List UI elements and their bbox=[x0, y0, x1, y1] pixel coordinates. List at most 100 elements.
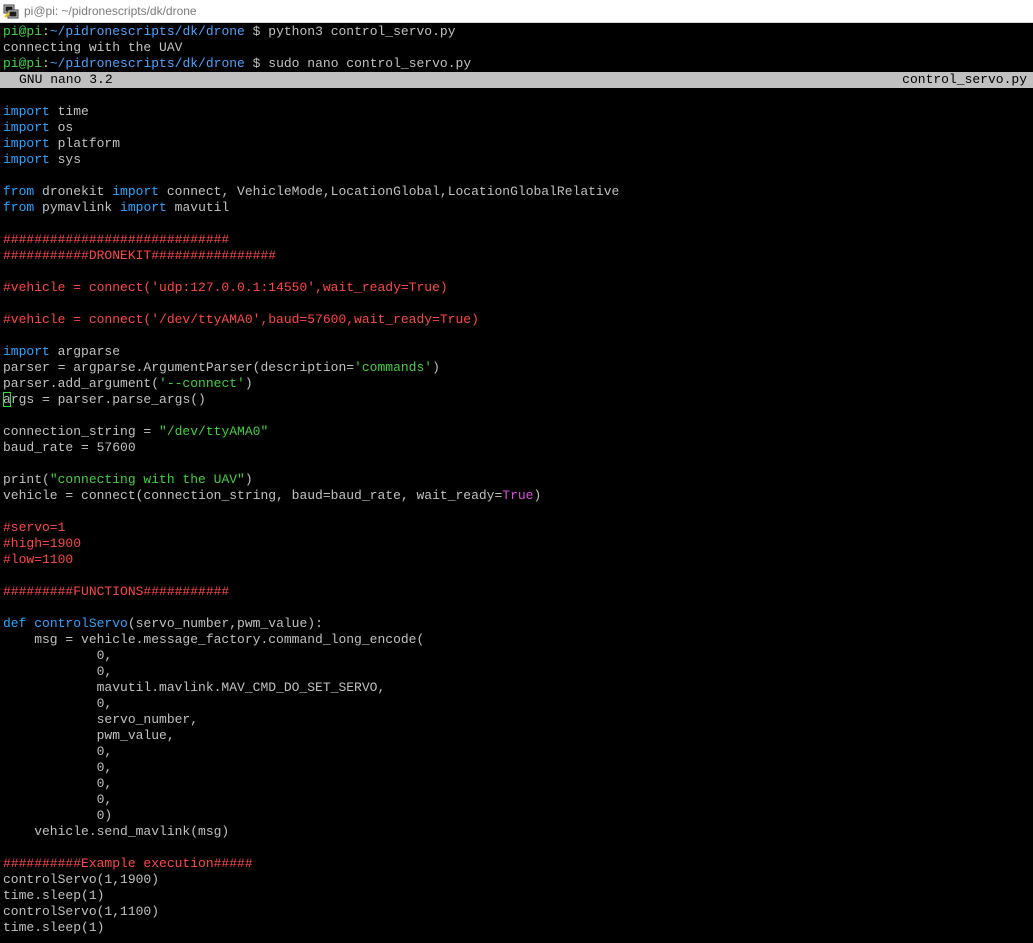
code-token: print( bbox=[3, 472, 50, 487]
code-line: ############################# bbox=[0, 232, 1033, 248]
shell-prompt-line: pi@pi:~/pidronescripts/dk/drone $ python… bbox=[0, 24, 1033, 40]
code-token: connect, VehicleMode,LocationGlobal,Loca… bbox=[159, 184, 620, 199]
prompt-user: pi@pi bbox=[3, 56, 43, 71]
code-token: ###########DRONEKIT################ bbox=[3, 248, 277, 263]
code-token: 0, bbox=[3, 696, 113, 711]
code-token: mavutil.mavlink.MAV_CMD_DO_SET_SERVO, bbox=[3, 680, 386, 695]
code-line: import os bbox=[0, 120, 1033, 136]
code-token: time.sleep(1) bbox=[3, 888, 105, 903]
code-line: #low=1100 bbox=[0, 552, 1033, 568]
code-token: import bbox=[3, 120, 50, 135]
code-line: import platform bbox=[0, 136, 1033, 152]
code-line: time.sleep(1) bbox=[0, 920, 1033, 936]
code-token: #low=1100 bbox=[3, 552, 74, 567]
code-line: controlServo(1,1100) bbox=[0, 904, 1033, 920]
code-token: platform bbox=[49, 136, 121, 151]
code-token: def bbox=[3, 616, 27, 631]
code-token: rgs = parser.parse_args() bbox=[10, 392, 206, 407]
nano-editor-buffer[interactable]: import time import os import platform impor… bbox=[0, 88, 1033, 936]
shell-output: connecting with the UAV bbox=[3, 40, 183, 55]
code-token: 'commands' bbox=[354, 360, 433, 375]
code-token: controlServo(1,1100) bbox=[3, 904, 160, 919]
code-token: parser.add_argument( bbox=[3, 376, 160, 391]
shell-command: python3 control_servo.py bbox=[268, 24, 456, 39]
code-token: #vehicle = connect('/dev/ttyAMA0',baud=5… bbox=[3, 312, 479, 327]
code-line: print("connecting with the UAV") bbox=[0, 472, 1033, 488]
code-line: mavutil.mavlink.MAV_CMD_DO_SET_SERVO, bbox=[0, 680, 1033, 696]
code-line: ###########DRONEKIT################ bbox=[0, 248, 1033, 264]
code-token: import bbox=[112, 184, 160, 199]
code-token: 0) bbox=[3, 808, 113, 823]
code-line: import argparse bbox=[0, 344, 1033, 360]
prompt-user: pi@pi bbox=[3, 24, 43, 39]
code-token: "/dev/ttyAMA0" bbox=[159, 424, 269, 439]
code-line: 0, bbox=[0, 792, 1033, 808]
code-token: from bbox=[3, 200, 35, 215]
code-token: time.sleep(1) bbox=[3, 920, 105, 935]
code-token: servo_number, bbox=[3, 712, 199, 727]
code-line: time.sleep(1) bbox=[0, 888, 1033, 904]
code-line: 0, bbox=[0, 760, 1033, 776]
code-token: (servo_number,pwm_value): bbox=[127, 616, 323, 631]
code-line: #########FUNCTIONS########### bbox=[0, 584, 1033, 600]
code-line: import time bbox=[0, 104, 1033, 120]
code-token: controlServo bbox=[34, 616, 128, 631]
code-token: controlServo(1,1900) bbox=[3, 872, 160, 887]
code-token: 0, bbox=[3, 792, 113, 807]
prompt-separator: : bbox=[42, 24, 50, 39]
code-line: 0, bbox=[0, 664, 1033, 680]
code-line: vehicle = connect(connection_string, bau… bbox=[0, 488, 1033, 504]
code-token: True bbox=[502, 488, 534, 503]
code-token: ) bbox=[244, 376, 253, 391]
code-token: ##########Example execution##### bbox=[3, 856, 253, 871]
prompt-symbol: $ bbox=[244, 24, 269, 39]
code-line: #high=1900 bbox=[0, 536, 1033, 552]
code-token: dronekit bbox=[34, 184, 113, 199]
code-token: ) bbox=[533, 488, 542, 503]
code-line: 0, bbox=[0, 648, 1033, 664]
terminal-screen[interactable]: pi@pi:~/pidronescripts/dk/drone $ python… bbox=[0, 24, 1033, 936]
code-line: parser.add_argument('--connect') bbox=[0, 376, 1033, 392]
code-line: ##########Example execution##### bbox=[0, 856, 1033, 872]
code-token: 0, bbox=[3, 776, 113, 791]
code-token: msg = vehicle.message_factory.command_lo… bbox=[3, 632, 425, 647]
shell-output-line: connecting with the UAV bbox=[0, 40, 1033, 56]
code-token: vehicle.send_mavlink(msg) bbox=[3, 824, 230, 839]
code-line: #vehicle = connect('udp:127.0.0.1:14550'… bbox=[0, 280, 1033, 296]
shell-prompt-line: pi@pi:~/pidronescripts/dk/drone $ sudo n… bbox=[0, 56, 1033, 72]
code-token: #high=1900 bbox=[3, 536, 82, 551]
code-token: connection_string = bbox=[3, 424, 160, 439]
code-token: mavutil bbox=[166, 200, 230, 215]
shell-command: sudo nano control_servo.py bbox=[268, 56, 472, 71]
window-title: pi@pi: ~/pidronescripts/dk/drone bbox=[24, 4, 197, 18]
code-line: import sys bbox=[0, 152, 1033, 168]
code-line: 0, bbox=[0, 776, 1033, 792]
putty-terminal-icon[interactable] bbox=[2, 2, 20, 20]
code-line: args = parser.parse_args() bbox=[0, 392, 1033, 408]
code-line: #vehicle = connect('/dev/ttyAMA0',baud=5… bbox=[0, 312, 1033, 328]
prompt-separator: : bbox=[42, 56, 50, 71]
code-token: #servo=1 bbox=[3, 520, 66, 535]
code-token: ) bbox=[432, 360, 440, 375]
code-token: pwm_value, bbox=[3, 728, 175, 743]
code-line: controlServo(1,1900) bbox=[0, 872, 1033, 888]
prompt-path: ~/pidronescripts/dk/drone bbox=[49, 24, 245, 39]
code-token: import bbox=[3, 136, 50, 151]
code-line: connection_string = "/dev/ttyAMA0" bbox=[0, 424, 1033, 440]
code-line: msg = vehicle.message_factory.command_lo… bbox=[0, 632, 1033, 648]
code-token: #########FUNCTIONS########### bbox=[3, 584, 230, 599]
shell-history: pi@pi:~/pidronescripts/dk/drone $ python… bbox=[0, 24, 1033, 72]
code-line: baud_rate = 57600 bbox=[0, 440, 1033, 456]
code-token: '--connect' bbox=[159, 376, 245, 391]
code-token: ) bbox=[244, 472, 253, 487]
code-line: 0, bbox=[0, 744, 1033, 760]
